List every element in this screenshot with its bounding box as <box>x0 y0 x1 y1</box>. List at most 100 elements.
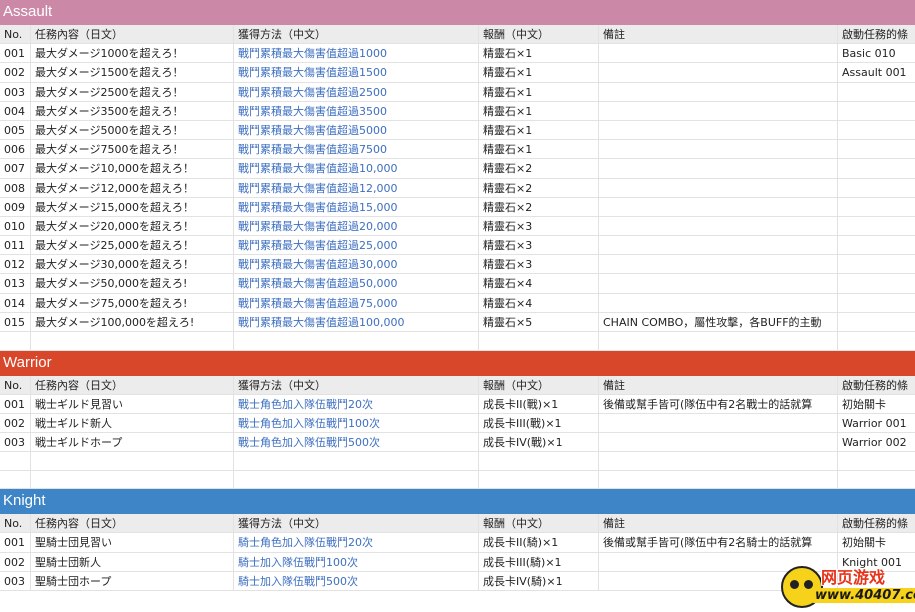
table-cell[interactable]: 003 <box>0 82 31 101</box>
table-cell[interactable]: Warrior 001 <box>838 414 915 432</box>
column-header[interactable]: 獲得方法（中文） <box>234 375 479 394</box>
table-cell[interactable] <box>838 255 915 273</box>
table-cell[interactable] <box>599 452 838 470</box>
table-cell[interactable] <box>838 274 915 292</box>
table-cell[interactable]: 006 <box>0 140 31 159</box>
table-cell[interactable]: 010 <box>0 216 31 236</box>
table-cell[interactable]: 成長卡III(騎)×1 <box>479 552 599 571</box>
table-cell[interactable]: 015 <box>0 312 31 331</box>
table-cell[interactable]: 戦士ギルド新人 <box>31 413 234 433</box>
table-cell[interactable]: 戰士角色加入隊伍戰鬥100次 <box>234 413 479 433</box>
table-cell[interactable]: Warrior 002 <box>838 433 915 451</box>
table-cell[interactable]: 最大ダメージ30,000を超えろ！ <box>31 255 234 274</box>
table-cell[interactable]: 戰鬥累積最大傷害值超過30,000 <box>234 255 479 274</box>
column-header[interactable]: 啟動任務的條 <box>838 514 915 532</box>
table-cell[interactable] <box>838 121 915 139</box>
table-cell[interactable] <box>838 179 915 197</box>
table-cell[interactable]: 成長卡II(騎)×1 <box>479 533 599 552</box>
table-cell[interactable]: 後備或幫手皆可(隊伍中有2名戰士的話就算 <box>599 394 838 413</box>
table-cell[interactable]: 最大ダメージ12,000を超えろ！ <box>31 178 234 197</box>
table-cell[interactable]: 精靈石×4 <box>479 274 599 293</box>
table-cell[interactable] <box>838 159 915 177</box>
table-cell[interactable]: 最大ダメージ5000を超えろ！ <box>31 120 234 140</box>
column-header[interactable]: No. <box>0 375 31 394</box>
table-cell[interactable]: 007 <box>0 159 31 178</box>
column-header[interactable]: No. <box>0 25 31 44</box>
table-cell[interactable] <box>838 217 915 235</box>
column-header[interactable]: 報酬（中文） <box>479 375 599 394</box>
table-cell[interactable]: 聖騎士団新人 <box>31 552 234 571</box>
column-header[interactable]: 啟動任務的條 <box>838 25 915 43</box>
table-cell[interactable]: 最大ダメージ1500を超えろ！ <box>31 63 234 82</box>
table-cell[interactable]: 最大ダメージ20,000を超えろ！ <box>31 216 234 236</box>
table-cell[interactable]: 戦士ギルド見習い <box>31 394 234 413</box>
table-cell[interactable] <box>599 140 838 159</box>
table-cell[interactable]: 初始關卡 <box>838 533 915 551</box>
table-cell[interactable]: 成長卡IV(騎)×1 <box>479 571 599 590</box>
table-cell[interactable]: 戰鬥累積最大傷害值超過25,000 <box>234 236 479 255</box>
table-cell[interactable]: 最大ダメージ25,000を超えろ！ <box>31 236 234 255</box>
column-header[interactable]: 獲得方法（中文） <box>234 25 479 44</box>
table-cell[interactable]: 011 <box>0 236 31 255</box>
table-cell[interactable]: 成長卡II(戰)×1 <box>479 394 599 413</box>
table-cell[interactable]: 精靈石×1 <box>479 120 599 140</box>
table-cell[interactable] <box>479 470 599 489</box>
table-cell[interactable] <box>838 83 915 101</box>
table-cell[interactable] <box>838 294 915 312</box>
table-cell[interactable]: 002 <box>0 63 31 82</box>
column-header[interactable]: 報酬（中文） <box>479 25 599 44</box>
table-cell[interactable] <box>479 452 599 470</box>
column-header[interactable]: 備註 <box>599 514 838 533</box>
column-header[interactable]: 任務內容（日文） <box>31 514 234 533</box>
table-cell[interactable] <box>31 332 234 350</box>
table-cell[interactable]: 聖騎士団見習い <box>31 533 234 552</box>
table-cell[interactable] <box>599 255 838 274</box>
table-cell[interactable]: 騎士角色加入隊伍戰鬥20次 <box>234 533 479 552</box>
table-cell[interactable]: 後備或幫手皆可(隊伍中有2名騎士的話就算 <box>599 533 838 552</box>
table-cell[interactable] <box>599 293 838 312</box>
table-cell[interactable]: 精靈石×1 <box>479 140 599 159</box>
table-cell[interactable]: 騎士加入隊伍戰鬥500次 <box>234 571 479 590</box>
table-cell[interactable] <box>838 198 915 216</box>
table-cell[interactable]: Assault 001 <box>838 63 915 81</box>
table-cell[interactable]: 精靈石×3 <box>479 255 599 274</box>
table-cell[interactable]: 成長卡IV(戰)×1 <box>479 433 599 452</box>
table-cell[interactable]: 戦士ギルドホープ <box>31 433 234 452</box>
table-cell[interactable]: 戰鬥累積最大傷害值超過2500 <box>234 82 479 101</box>
table-cell[interactable] <box>599 178 838 197</box>
table-cell[interactable]: 004 <box>0 101 31 120</box>
table-cell[interactable] <box>31 470 234 489</box>
table-cell[interactable] <box>599 332 838 350</box>
table-cell[interactable] <box>0 332 31 350</box>
column-header[interactable]: 備註 <box>599 25 838 44</box>
table-cell[interactable]: 008 <box>0 178 31 197</box>
table-cell[interactable]: 最大ダメージ50,000を超えろ! <box>31 274 234 293</box>
table-cell[interactable]: 精靈石×2 <box>479 197 599 216</box>
table-cell[interactable] <box>234 470 479 489</box>
table-cell[interactable]: 001 <box>0 533 31 552</box>
table-cell[interactable] <box>599 197 838 216</box>
table-cell[interactable] <box>838 236 915 254</box>
table-cell[interactable] <box>599 433 838 452</box>
table-cell[interactable]: 戰鬥累積最大傷害值超過75,000 <box>234 293 479 312</box>
column-header[interactable]: 啟動任務的條 <box>838 376 915 394</box>
table-cell[interactable] <box>599 236 838 255</box>
table-cell[interactable]: 精靈石×1 <box>479 82 599 101</box>
table-cell[interactable]: 最大ダメージ2500を超えろ！ <box>31 82 234 101</box>
table-cell[interactable]: 最大ダメージ75,000を超えろ! <box>31 293 234 312</box>
table-cell[interactable]: 最大ダメージ15,000を超えろ！ <box>31 197 234 216</box>
table-cell[interactable]: 精靈石×2 <box>479 178 599 197</box>
table-cell[interactable]: 014 <box>0 293 31 312</box>
table-cell[interactable]: 精靈石×3 <box>479 216 599 236</box>
column-header[interactable]: No. <box>0 514 31 533</box>
table-cell[interactable]: CHAIN COMBO，屬性攻擊，各BUFF的主動 <box>599 312 838 331</box>
table-cell[interactable]: 戰鬥累積最大傷害值超過7500 <box>234 140 479 159</box>
table-cell[interactable] <box>838 313 915 331</box>
table-cell[interactable]: 最大ダメージ100,000を超えろ! <box>31 312 234 331</box>
table-cell[interactable]: 最大ダメージ3500を超えろ！ <box>31 101 234 120</box>
table-cell[interactable]: 戰士角色加入隊伍戰鬥20次 <box>234 394 479 413</box>
table-cell[interactable]: 009 <box>0 197 31 216</box>
table-cell[interactable]: 戰鬥累積最大傷害值超過1000 <box>234 44 479 63</box>
table-cell[interactable]: 戰鬥累積最大傷害值超過20,000 <box>234 216 479 236</box>
table-cell[interactable] <box>838 332 915 350</box>
